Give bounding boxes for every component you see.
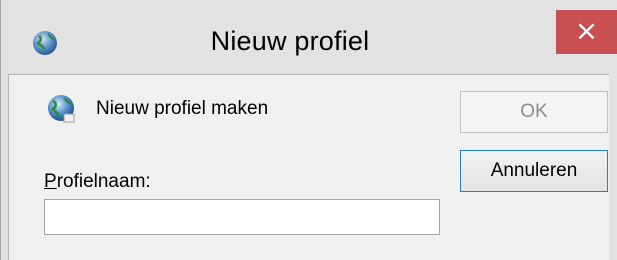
dialog-window: Nieuw profiel × Nieuw profiel maken Prof… (0, 0, 617, 260)
close-button[interactable]: × (556, 10, 617, 54)
close-icon: × (574, 14, 599, 47)
ok-button[interactable]: OK (460, 91, 608, 133)
dialog-header-text: Nieuw profiel maken (96, 98, 269, 119)
profile-name-label: Profielnaam: (44, 171, 151, 193)
window-frame-right (609, 74, 617, 260)
profile-globe-icon (48, 95, 75, 123)
cancel-button[interactable]: Annuleren (460, 150, 608, 192)
accelerator-key: P (44, 171, 57, 192)
window-frame-left (0, 0, 8, 260)
profile-name-input[interactable] (44, 199, 440, 235)
window-title: Nieuw profiel (210, 26, 370, 56)
profile-name-label-text: rofielnaam: (56, 171, 151, 192)
title-bar[interactable]: Nieuw profiel × (0, 0, 617, 74)
